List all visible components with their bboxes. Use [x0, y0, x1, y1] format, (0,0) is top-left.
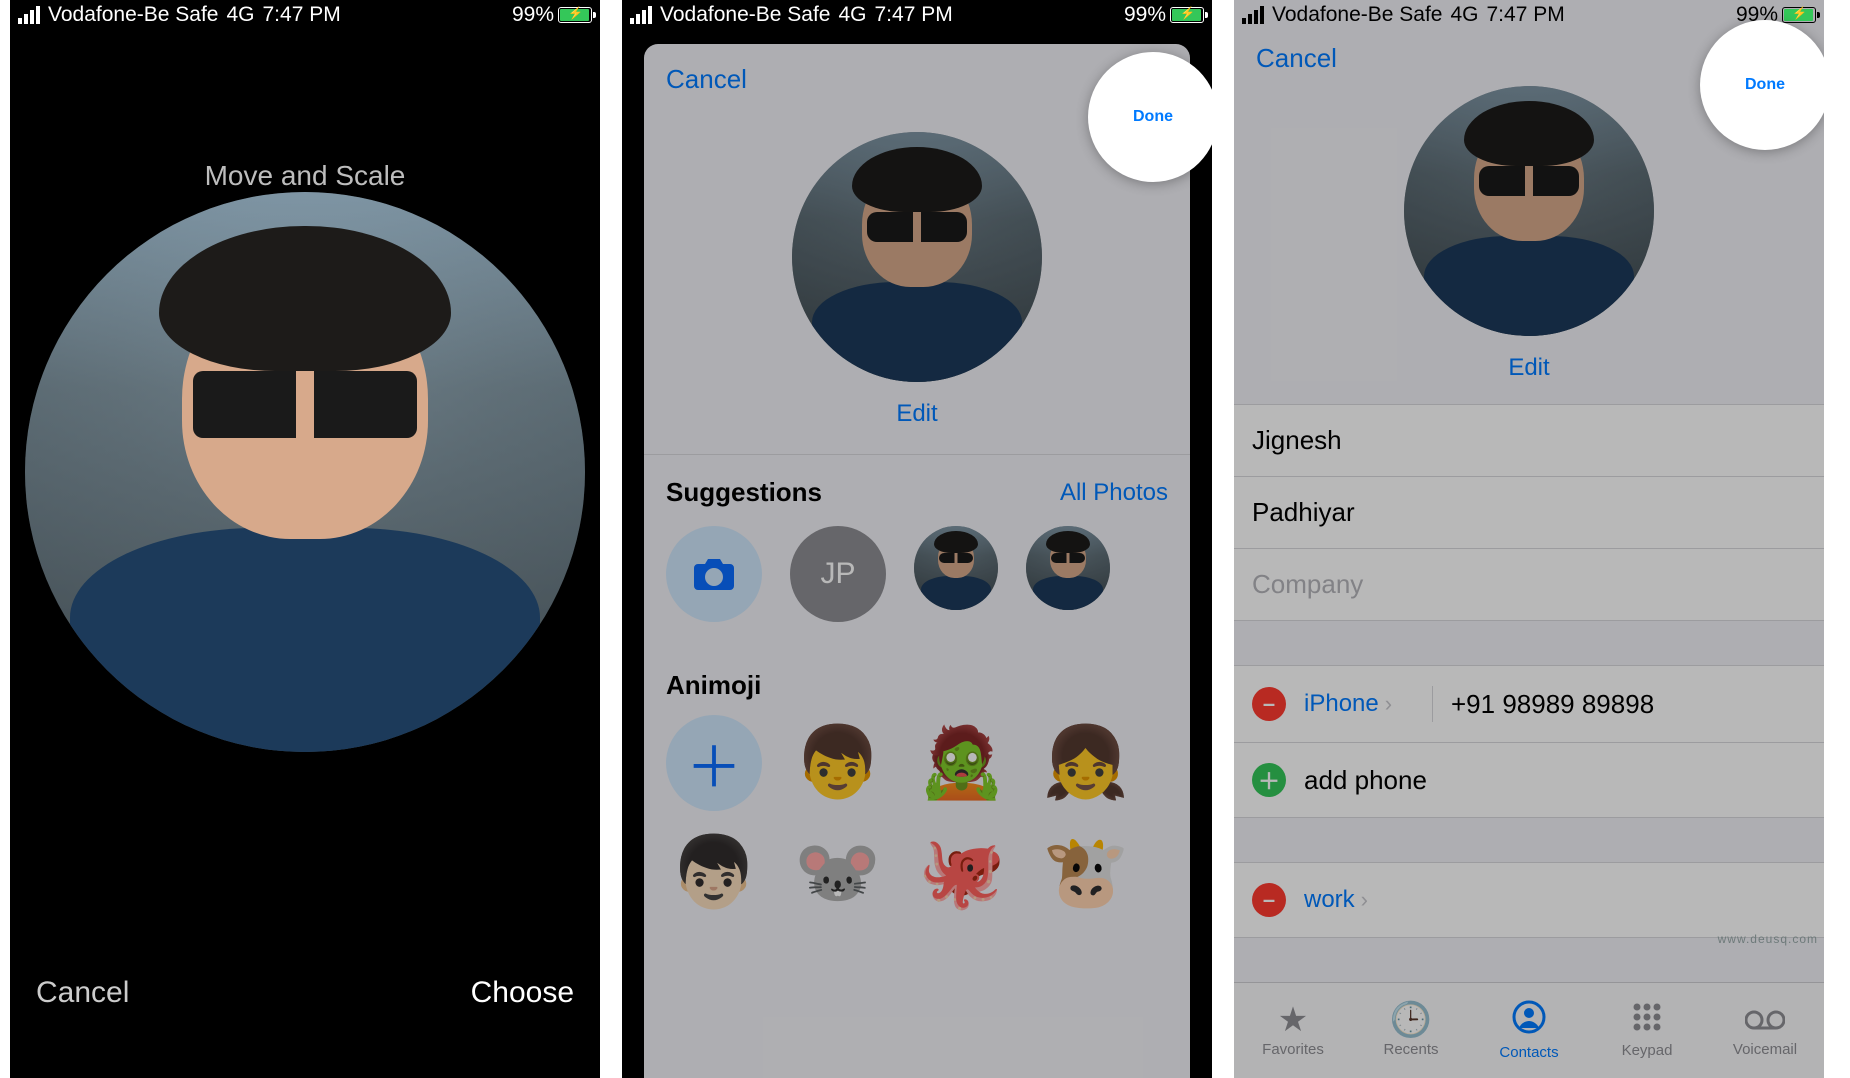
- cancel-button[interactable]: Cancel: [666, 64, 747, 95]
- battery-icon: [558, 7, 592, 23]
- animoji-zombie[interactable]: 🧟: [914, 715, 1010, 811]
- edit-contact-sheet: Cancel Edit Jignesh Padhiyar Company – i…: [1234, 30, 1824, 1078]
- status-bar: Vodafone-Be Safe 4G 7:47 PM 99%: [622, 0, 1212, 30]
- battery-percent: 99%: [512, 3, 554, 27]
- bottom-toolbar: Cancel Choose: [10, 938, 600, 1078]
- remove-phone-icon[interactable]: –: [1252, 883, 1286, 917]
- company-placeholder: Company: [1252, 569, 1363, 600]
- contact-photo: [25, 192, 585, 752]
- remove-phone-icon[interactable]: –: [1252, 687, 1286, 721]
- add-animoji-button[interactable]: ＋: [666, 715, 762, 811]
- photo-suggestion-1[interactable]: [914, 526, 998, 610]
- tab-bar: ★ Favorites 🕒 Recents Contacts Keypad: [1234, 982, 1824, 1078]
- network-label: 4G: [1450, 3, 1478, 27]
- signal-icon: [1242, 6, 1264, 24]
- screen-photo-picker: Vodafone-Be Safe 4G 7:47 PM 99% Cancel E…: [622, 0, 1212, 1078]
- carrier-label: Vodafone-Be Safe: [48, 3, 218, 27]
- photo-crop-area[interactable]: [25, 192, 585, 612]
- animoji-grid-2: 👦🏻 🐭 🐙 🐮: [644, 825, 1190, 935]
- done-button[interactable]: Done: [1133, 108, 1173, 126]
- signal-icon: [630, 6, 652, 24]
- person-icon: [1512, 1000, 1546, 1040]
- phone-label-button[interactable]: iPhone ›: [1304, 690, 1414, 718]
- network-label: 4G: [838, 3, 866, 27]
- screen-edit-contact: Vodafone-Be Safe 4G 7:47 PM 99% Cancel E…: [1234, 0, 1824, 1078]
- time-label: 7:47 PM: [1487, 3, 1565, 27]
- add-phone-row[interactable]: ＋ add phone: [1234, 743, 1824, 818]
- last-name-value: Padhiyar: [1252, 497, 1355, 528]
- suggestions-header: Suggestions: [666, 477, 822, 508]
- battery-icon: [1782, 7, 1816, 23]
- carrier-label: Vodafone-Be Safe: [1272, 3, 1442, 27]
- chevron-right-icon: ›: [1361, 887, 1368, 913]
- camera-button[interactable]: [666, 526, 762, 622]
- first-name-value: Jignesh: [1252, 425, 1342, 456]
- animoji-girl[interactable]: 👧: [1038, 715, 1134, 811]
- last-name-field[interactable]: Padhiyar: [1234, 477, 1824, 549]
- photo-suggestion-2[interactable]: [1026, 526, 1110, 610]
- cancel-button[interactable]: Cancel: [1256, 43, 1337, 74]
- camera-icon: [692, 556, 736, 592]
- animoji-boy[interactable]: 👦: [790, 715, 886, 811]
- suggestions-row: JP: [644, 508, 1190, 652]
- animoji-header: Animoji: [666, 670, 761, 700]
- tab-voicemail[interactable]: Voicemail: [1706, 983, 1824, 1078]
- animoji-grid: ＋ 👦 🧟 👧: [644, 701, 1190, 825]
- chevron-right-icon: ›: [1385, 691, 1392, 717]
- first-name-field[interactable]: Jignesh: [1234, 404, 1824, 477]
- phone-number-value: +91 98989 89898: [1451, 689, 1806, 720]
- voicemail-icon: [1745, 1003, 1785, 1037]
- network-label: 4G: [226, 3, 254, 27]
- status-bar: Vodafone-Be Safe 4G 7:47 PM 99%: [1234, 0, 1824, 30]
- cancel-button[interactable]: Cancel: [36, 976, 129, 1010]
- animoji-cow[interactable]: 🐮: [1038, 825, 1134, 921]
- keypad-icon: [1632, 1002, 1662, 1038]
- tab-recents[interactable]: 🕒 Recents: [1352, 983, 1470, 1078]
- phone-row-work[interactable]: – work ›: [1234, 862, 1824, 938]
- edit-photo-button[interactable]: Edit: [896, 400, 937, 428]
- time-label: 7:47 PM: [263, 3, 341, 27]
- screen-move-and-scale: Vodafone-Be Safe 4G 7:47 PM 99% Move and…: [10, 0, 600, 1078]
- add-phone-label: add phone: [1304, 765, 1427, 796]
- carrier-label: Vodafone-Be Safe: [660, 3, 830, 27]
- tab-favorites[interactable]: ★ Favorites: [1234, 983, 1352, 1078]
- selected-photo-preview: [792, 132, 1042, 382]
- tab-keypad[interactable]: Keypad: [1588, 983, 1706, 1078]
- tab-contacts[interactable]: Contacts: [1470, 983, 1588, 1078]
- all-photos-button[interactable]: All Photos: [1060, 479, 1168, 507]
- done-button[interactable]: Done: [1745, 76, 1785, 94]
- company-field[interactable]: Company: [1234, 549, 1824, 621]
- add-phone-icon[interactable]: ＋: [1252, 763, 1286, 797]
- signal-icon: [18, 6, 40, 24]
- initials-suggestion[interactable]: JP: [790, 526, 886, 622]
- choose-button[interactable]: Choose: [471, 976, 574, 1009]
- animoji-redhead[interactable]: 👦🏻: [666, 825, 762, 921]
- watermark: www.deusq.com: [1718, 932, 1818, 946]
- battery-percent: 99%: [1124, 3, 1166, 27]
- animoji-octopus[interactable]: 🐙: [914, 825, 1010, 921]
- done-highlight: Done: [1700, 20, 1824, 150]
- animoji-mouse[interactable]: 🐭: [790, 825, 886, 921]
- move-scale-title: Move and Scale: [10, 160, 600, 192]
- phone-row-iphone[interactable]: – iPhone › +91 98989 89898: [1234, 665, 1824, 743]
- star-icon: ★: [1278, 1003, 1308, 1037]
- photo-picker-sheet: Cancel Edit Suggestions All Photos JP: [644, 44, 1190, 1078]
- phone-label-button[interactable]: work ›: [1304, 886, 1414, 914]
- contact-photo[interactable]: [1404, 86, 1654, 336]
- done-highlight: Done: [1088, 52, 1212, 182]
- edit-photo-button[interactable]: Edit: [1508, 354, 1549, 382]
- clock-icon: 🕒: [1390, 1003, 1432, 1037]
- time-label: 7:47 PM: [875, 3, 953, 27]
- battery-icon: [1170, 7, 1204, 23]
- status-bar: Vodafone-Be Safe 4G 7:47 PM 99%: [10, 0, 600, 30]
